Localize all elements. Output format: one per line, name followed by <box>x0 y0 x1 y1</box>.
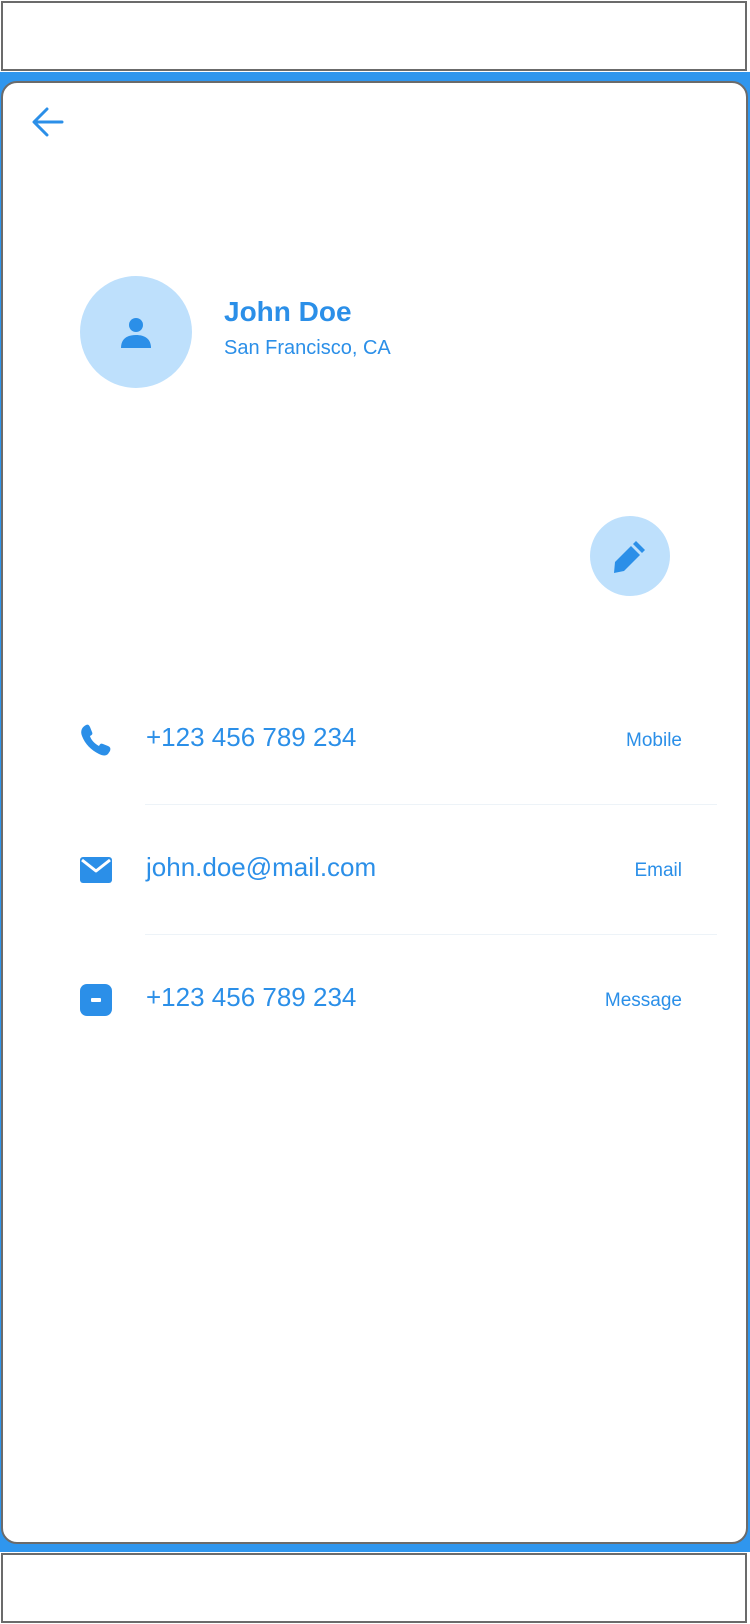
contact-detail-screen: John Doe San Francisco, CA +123 456 789 … <box>0 0 750 1624</box>
message-type-label: Message <box>604 990 682 1011</box>
contact-location: San Francisco, CA <box>224 337 391 359</box>
edit-contact-button[interactable] <box>590 516 670 596</box>
arrow-left-icon <box>32 107 64 137</box>
navigation-bar <box>1 1553 747 1623</box>
contact-row-email[interactable]: john.doe@mail.com Email <box>0 830 750 910</box>
divider <box>145 804 717 805</box>
pencil-icon <box>614 541 645 573</box>
email-address: john.doe@mail.com <box>146 852 377 882</box>
avatar <box>80 276 192 388</box>
person-icon <box>121 318 151 348</box>
contact-row-mobile[interactable]: +123 456 789 234 Mobile <box>0 700 750 780</box>
phone-icon <box>78 722 114 758</box>
contact-name: John Doe <box>224 296 352 327</box>
back-button[interactable] <box>26 100 70 144</box>
divider <box>145 934 717 935</box>
phone-type-label: Mobile <box>626 730 682 751</box>
mail-icon <box>78 852 114 888</box>
phone-number: +123 456 789 234 <box>146 722 357 752</box>
message-number: +123 456 789 234 <box>146 982 357 1012</box>
email-type-label: Email <box>634 860 682 881</box>
message-icon <box>78 982 114 1018</box>
status-bar <box>1 1 747 71</box>
contact-row-message[interactable]: +123 456 789 234 Message <box>0 960 750 1040</box>
